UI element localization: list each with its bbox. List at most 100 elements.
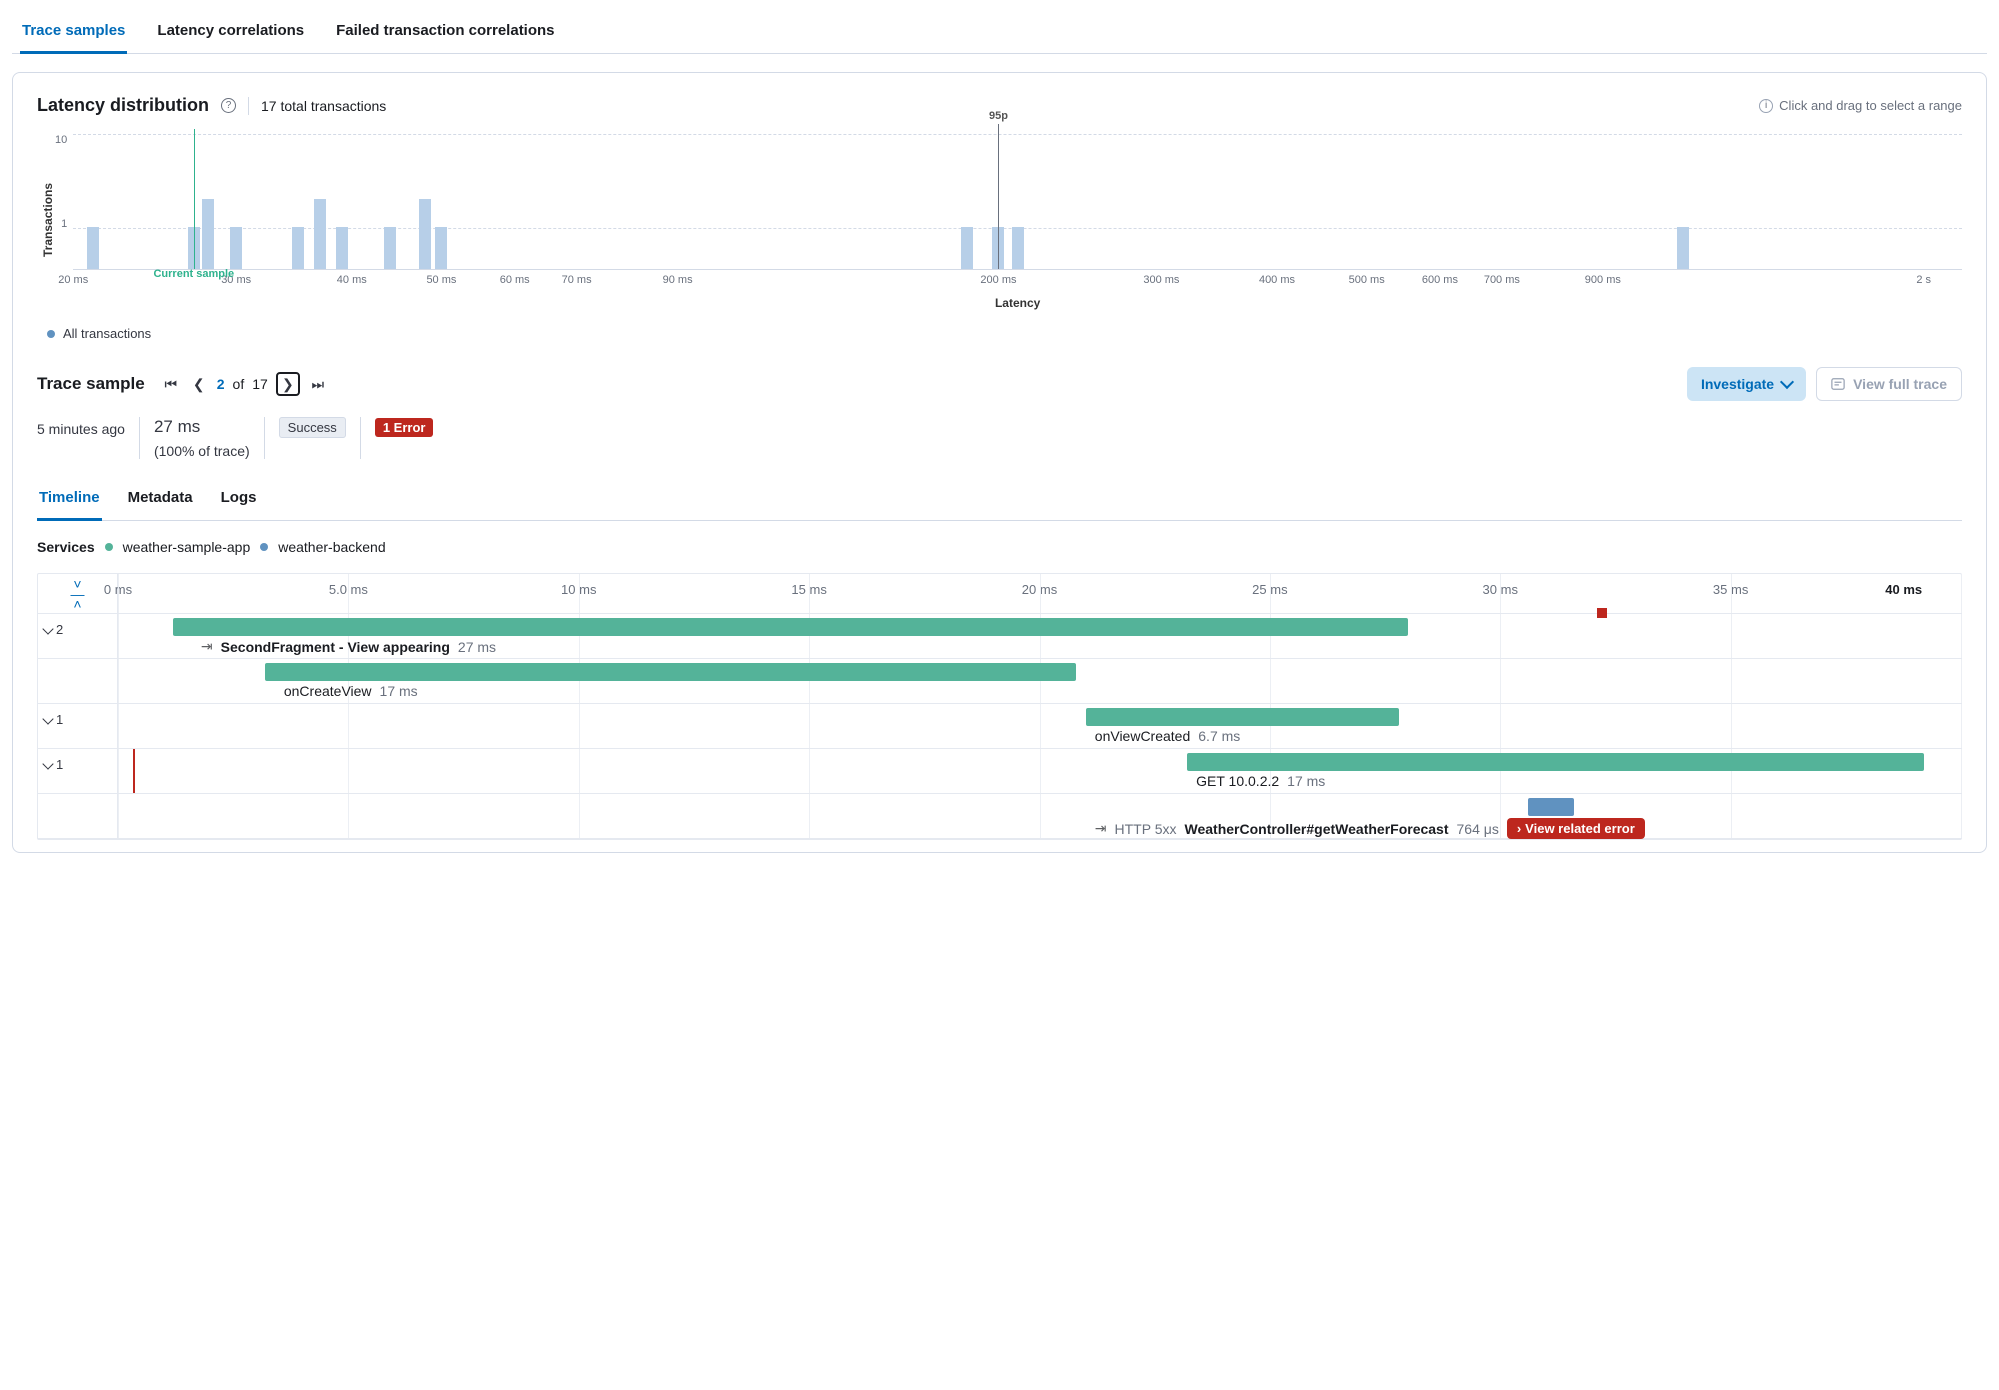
histogram-bar[interactable] <box>336 227 348 269</box>
x-axis-label: Latency <box>73 296 1962 310</box>
x-ticks: Current sample20 ms30 ms40 ms50 ms60 ms7… <box>73 274 1962 292</box>
ruler-tick: 40 ms <box>1885 582 1922 597</box>
range-hint: i Click and drag to select a range <box>1759 98 1962 113</box>
waterfall: ˅—˄ 0 ms5.0 ms10 ms15 ms20 ms25 ms30 ms3… <box>37 573 1962 840</box>
pager-last-button[interactable]: ⏭ <box>308 373 328 395</box>
legend-dot-icon <box>105 543 113 551</box>
legend-label: All transactions <box>63 326 151 341</box>
view-full-trace-button[interactable]: View full trace <box>1816 367 1962 401</box>
tab-metadata[interactable]: Metadata <box>126 479 195 520</box>
p95-label: 95p <box>989 110 1008 122</box>
related-error-label: View related error <box>1525 821 1635 836</box>
histogram-bar[interactable] <box>202 199 214 269</box>
pager-next-button[interactable]: ❯ <box>276 372 300 396</box>
info-icon[interactable]: ? <box>221 98 236 113</box>
x-tick: 500 ms <box>1349 274 1385 286</box>
span-label: onViewCreated6.7 ms <box>1095 728 1241 744</box>
trace-pct: (100% of trace) <box>154 443 250 459</box>
histogram-bar[interactable] <box>230 227 242 269</box>
row-toggle[interactable] <box>38 659 118 703</box>
trace-tabs: Timeline Metadata Logs <box>37 479 1962 521</box>
row-track: ⇥ SecondFragment - View appearing 27 ms <box>118 614 1961 658</box>
x-tick: 2 s <box>1916 274 1931 286</box>
investigate-button[interactable]: Investigate <box>1687 367 1806 401</box>
info-icon: i <box>1759 99 1773 113</box>
span-bar[interactable] <box>1187 753 1924 771</box>
investigate-label: Investigate <box>1701 376 1774 392</box>
x-tick: 90 ms <box>663 274 693 286</box>
row-track: onViewCreated6.7 ms <box>118 704 1961 748</box>
x-tick: 200 ms <box>980 274 1016 286</box>
span-row[interactable]: 1 GET 10.0.2.217 ms <box>38 749 1961 794</box>
histogram-bar[interactable] <box>314 199 326 269</box>
chevron-right-icon: › <box>1517 821 1521 836</box>
y-ticks: 10 1 <box>55 130 73 270</box>
span-bar[interactable] <box>1528 798 1574 816</box>
trace-panel: Latency distribution ? 17 total transact… <box>12 72 1987 853</box>
view-related-error-button[interactable]: › View related error <box>1507 818 1645 839</box>
pager-total: 17 <box>252 376 268 392</box>
row-toggle[interactable]: 2 <box>38 614 118 658</box>
span-row[interactable]: ⇥HTTP 5xxWeatherController#getWeatherFor… <box>38 794 1961 839</box>
pager-current: 2 <box>217 376 225 392</box>
span-row[interactable]: 2 ⇥ SecondFragment - View appearing 27 ms <box>38 614 1961 659</box>
tab-trace-samples[interactable]: Trace samples <box>20 12 127 54</box>
chevron-down-icon <box>1780 375 1794 389</box>
pager-prev-button[interactable]: ❮ <box>189 373 209 395</box>
exit-span-icon: ⇥ <box>201 638 213 655</box>
span-name: onCreateView <box>284 683 372 699</box>
tab-logs[interactable]: Logs <box>219 479 259 520</box>
span-duration: 27 ms <box>458 639 496 655</box>
error-badge[interactable]: 1 Error <box>375 418 434 437</box>
divider <box>264 417 265 459</box>
services-legend: Services weather-sample-app weather-back… <box>37 539 1962 555</box>
span-duration: 764 μs <box>1457 821 1499 837</box>
divider <box>360 417 361 459</box>
span-label: GET 10.0.2.217 ms <box>1196 773 1325 789</box>
x-tick: 40 ms <box>337 274 367 286</box>
legend-dot-icon <box>47 330 55 338</box>
x-tick: 20 ms <box>58 274 88 286</box>
histogram-bar[interactable] <box>961 227 973 269</box>
span-bar[interactable] <box>173 618 1408 636</box>
span-bar[interactable] <box>265 663 1076 681</box>
row-toggle[interactable]: 1 <box>38 749 118 793</box>
chevron-down-icon <box>42 758 53 769</box>
histogram-bar[interactable] <box>419 199 431 269</box>
row-toggle[interactable]: 1 <box>38 704 118 748</box>
row-track: GET 10.0.2.217 ms <box>118 749 1961 793</box>
histogram-bar[interactable] <box>87 227 99 269</box>
histogram-bar[interactable] <box>435 227 447 269</box>
span-row[interactable]: 1 onViewCreated6.7 ms <box>38 704 1961 749</box>
latency-dist-subtitle: 17 total transactions <box>261 98 386 114</box>
current-sample-marker <box>194 129 195 269</box>
x-tick: 60 ms <box>500 274 530 286</box>
services-label: Services <box>37 539 95 555</box>
trace-age: 5 minutes ago <box>37 421 125 437</box>
latency-dist-title: Latency distribution <box>37 95 209 116</box>
x-tick: 900 ms <box>1585 274 1621 286</box>
histogram-bar[interactable] <box>1012 227 1024 269</box>
tab-timeline[interactable]: Timeline <box>37 479 102 521</box>
span-row[interactable]: onCreateView17 ms <box>38 659 1961 704</box>
child-count: 2 <box>56 622 63 637</box>
histogram-bar[interactable] <box>384 227 396 269</box>
error-tick <box>133 749 135 793</box>
row-toggle[interactable] <box>38 794 118 838</box>
tab-failed-tx-correlations[interactable]: Failed transaction correlations <box>334 12 556 53</box>
collapse-icon: ˅—˄ <box>71 579 85 609</box>
span-duration: 6.7 ms <box>1198 728 1240 744</box>
view-full-trace-label: View full trace <box>1853 376 1947 392</box>
histogram-bar[interactable] <box>1677 227 1689 269</box>
span-name: SecondFragment - View appearing <box>221 639 450 655</box>
latency-chart[interactable]: Transactions 10 1 95p Current sample20 m… <box>37 130 1962 310</box>
pager-first-button[interactable]: ⏮ <box>161 373 181 395</box>
service-name: weather-backend <box>278 539 385 555</box>
tab-latency-correlations[interactable]: Latency correlations <box>155 12 306 53</box>
span-bar[interactable] <box>1086 708 1399 726</box>
span-name: WeatherController#getWeatherForecast <box>1185 821 1449 837</box>
trace-icon <box>1831 377 1845 391</box>
waterfall-ruler: ˅—˄ 0 ms5.0 ms10 ms15 ms20 ms25 ms30 ms3… <box>38 574 1961 614</box>
histogram-bar[interactable] <box>292 227 304 269</box>
chart-plot-area[interactable]: 95p <box>73 130 1962 270</box>
